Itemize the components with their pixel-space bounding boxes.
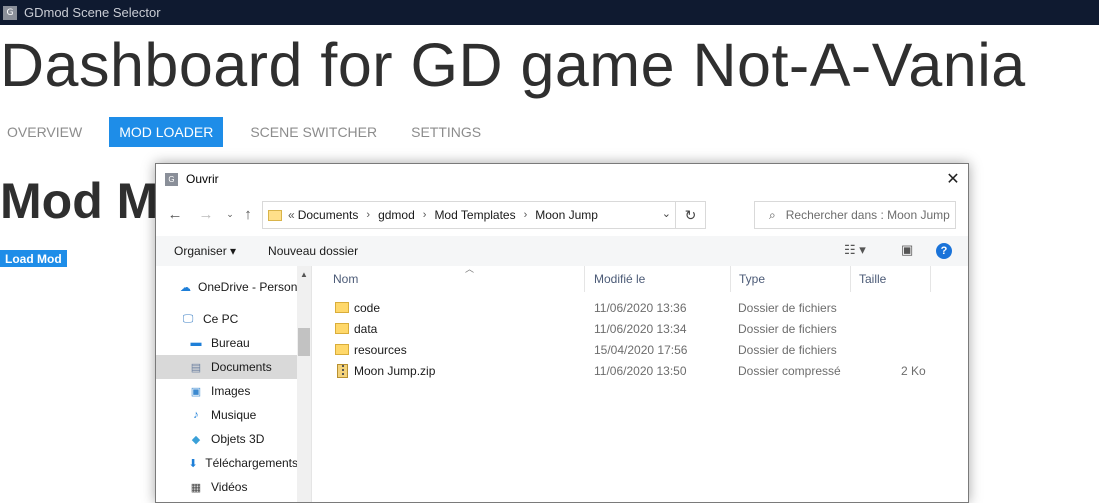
cloud-icon: ☁ (180, 281, 191, 294)
folder-icon (335, 323, 349, 334)
column-header-name[interactable]: ︿ Nom (325, 264, 585, 292)
file-row-data[interactable]: data 11/06/2020 13:34 Dossier de fichier… (313, 319, 968, 340)
breadcrumb-mod-templates[interactable]: Mod Templates (434, 208, 515, 222)
file-list: ︿ Nom Modifié le Type Taille code 11/06/… (313, 264, 968, 502)
nav-item-musique[interactable]: ♪ Musique (156, 403, 298, 427)
zip-icon (337, 364, 348, 378)
dialog-app-icon: G (165, 172, 178, 186)
music-icon: ♪ (193, 409, 199, 421)
column-header-modified[interactable]: Modifié le (586, 266, 731, 292)
nav-item-images[interactable]: ▣ Images (156, 379, 298, 403)
nav-item-bureau[interactable]: ▬ Bureau (156, 331, 298, 355)
file-row-resources[interactable]: resources 15/04/2020 17:56 Dossier de fi… (313, 340, 968, 361)
scroll-up-icon[interactable]: ▲ (300, 270, 308, 279)
file-row-moon-jump-zip[interactable]: Moon Jump.zip 11/06/2020 13:50 Dossier c… (313, 361, 968, 382)
forward-arrow-icon[interactable]: → (196, 204, 216, 224)
nav-item-videos[interactable]: ▦ Vidéos (156, 475, 298, 499)
dialog-title: Ouvrir (186, 172, 219, 186)
scrollbar-thumb[interactable] (298, 328, 310, 356)
nav-item-objets-3d[interactable]: ◆ Objets 3D (156, 427, 298, 451)
videos-icon: ▦ (190, 481, 202, 494)
view-options-icon[interactable]: ☷ ▾ (844, 242, 866, 258)
nav-item-documents[interactable]: ▤ Documents (156, 355, 298, 379)
nav-item-onedrive[interactable]: ☁ OneDrive - Personal (156, 275, 298, 299)
folder-icon (268, 209, 282, 221)
tab-scene-switcher[interactable]: SCENE SWITCHER (243, 117, 384, 147)
main-tabs: OVERVIEW MOD LOADER SCENE SWITCHER SETTI… (0, 117, 508, 147)
downloads-icon: ⬇ (188, 457, 198, 470)
objects-3d-icon: ◆ (191, 433, 201, 446)
tab-overview[interactable]: OVERVIEW (0, 117, 89, 147)
search-field[interactable]: ⌕ Rechercher dans : Moon Jump (754, 201, 956, 229)
search-placeholder: Rechercher dans : Moon Jump (785, 208, 950, 222)
column-header-type[interactable]: Type (731, 266, 851, 292)
refresh-icon[interactable]: ↻ (675, 202, 705, 228)
nav-item-ce-pc[interactable]: 🖵 Ce PC (156, 307, 298, 331)
new-folder-button[interactable]: Nouveau dossier (268, 244, 358, 258)
up-arrow-icon[interactable]: ↑ (238, 204, 258, 224)
address-bar[interactable]: « Documents › gdmod › Mod Templates › Mo… (262, 201, 706, 229)
organize-button[interactable]: Organiser ▾ (174, 244, 236, 258)
app-icon: G (3, 5, 17, 20)
load-mod-button[interactable]: Load Mod (0, 250, 67, 267)
page-title: Dashboard for GD game Not-A-Vania (0, 31, 1026, 99)
column-header-size[interactable]: Taille (851, 266, 931, 292)
tab-mod-loader[interactable]: MOD LOADER (109, 117, 224, 147)
nav-item-telechargements[interactable]: ⬇ Téléchargements (156, 451, 298, 475)
breadcrumb-moon-jump[interactable]: Moon Jump (535, 208, 598, 222)
search-icon: ⌕ (769, 207, 776, 222)
breadcrumb-gdmod[interactable]: gdmod (378, 208, 415, 222)
open-file-dialog: G Ouvrir ✕ ← → ⌄ ↑ « Documents › gdmod ›… (155, 163, 969, 503)
address-row: ← → ⌄ ↑ « Documents › gdmod › Mod Templa… (156, 199, 968, 229)
close-button[interactable]: ✕ (938, 164, 968, 194)
window-title: GDmod Scene Selector (24, 5, 161, 20)
chevron-right-icon[interactable]: › (524, 209, 528, 221)
chevron-right-icon[interactable]: › (366, 209, 370, 221)
back-arrow-icon[interactable]: ← (165, 204, 185, 224)
folder-icon (335, 344, 349, 355)
images-icon: ▣ (190, 385, 202, 398)
app-titlebar: G GDmod Scene Selector (0, 0, 1099, 25)
help-icon[interactable]: ? (936, 243, 952, 259)
recent-locations-chevron-icon[interactable]: ⌄ (220, 204, 240, 224)
preview-pane-icon[interactable]: ▣ (901, 242, 913, 258)
nav-scrollbar[interactable]: ▲ (297, 266, 311, 502)
navigation-pane: ☁ OneDrive - Personal 🖵 Ce PC ▬ Bureau ▤… (156, 266, 312, 502)
address-dropdown-icon[interactable]: ⌄ (662, 207, 671, 220)
file-row-code[interactable]: code 11/06/2020 13:36 Dossier de fichier… (313, 298, 968, 319)
breadcrumb-documents[interactable]: Documents (298, 208, 359, 222)
chevron-right-icon[interactable]: › (423, 209, 427, 221)
sort-ascending-icon: ︿ (465, 264, 475, 274)
dialog-toolbar: Organiser ▾ Nouveau dossier ☷ ▾ ▣ ? (156, 236, 968, 266)
breadcrumb-overflow[interactable]: « (288, 208, 295, 222)
desktop-icon: ▬ (190, 337, 202, 349)
dialog-titlebar: G Ouvrir ✕ (156, 164, 968, 194)
documents-icon: ▤ (190, 361, 202, 374)
folder-icon (335, 302, 349, 313)
tab-settings[interactable]: SETTINGS (404, 117, 488, 147)
computer-icon: 🖵 (182, 312, 194, 325)
